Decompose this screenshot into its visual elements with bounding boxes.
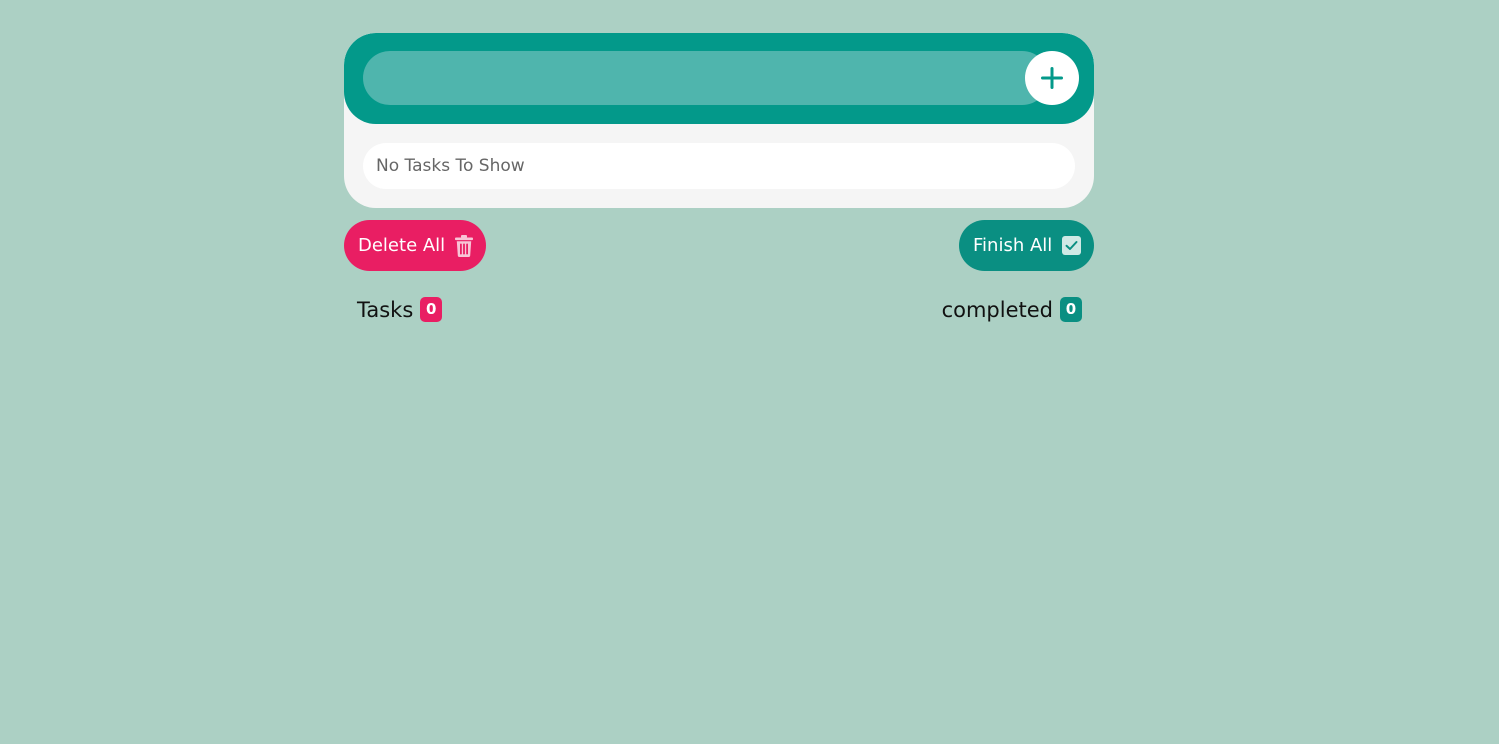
input-bar (344, 33, 1094, 124)
add-task-button[interactable] (1025, 51, 1079, 105)
actions-row: Delete All Finish All (344, 220, 1094, 271)
tasks-stat-label: Tasks (357, 297, 414, 322)
finish-all-label: Finish All (973, 235, 1053, 256)
completed-stat-label: completed (941, 297, 1053, 322)
delete-all-button[interactable]: Delete All (344, 220, 486, 271)
empty-tasks-message: No Tasks To Show (363, 143, 1075, 189)
tasks-count-badge: 0 (420, 297, 443, 322)
finish-all-button[interactable]: Finish All (959, 220, 1094, 271)
stats-row: Tasks 0 completed 0 (344, 297, 1094, 327)
completed-stat: completed 0 (942, 297, 1082, 322)
plus-icon (1041, 67, 1063, 89)
tasks-list: No Tasks To Show (344, 124, 1094, 208)
trash-icon (455, 234, 474, 257)
todo-app: No Tasks To Show Delete All Finish All T… (344, 33, 1094, 327)
todo-card: No Tasks To Show (344, 33, 1094, 208)
task-input[interactable] (363, 51, 1049, 105)
checkbox-checked-icon (1062, 236, 1082, 255)
delete-all-label: Delete All (358, 235, 446, 256)
tasks-stat: Tasks 0 (357, 297, 443, 322)
completed-count-badge: 0 (1060, 297, 1082, 322)
